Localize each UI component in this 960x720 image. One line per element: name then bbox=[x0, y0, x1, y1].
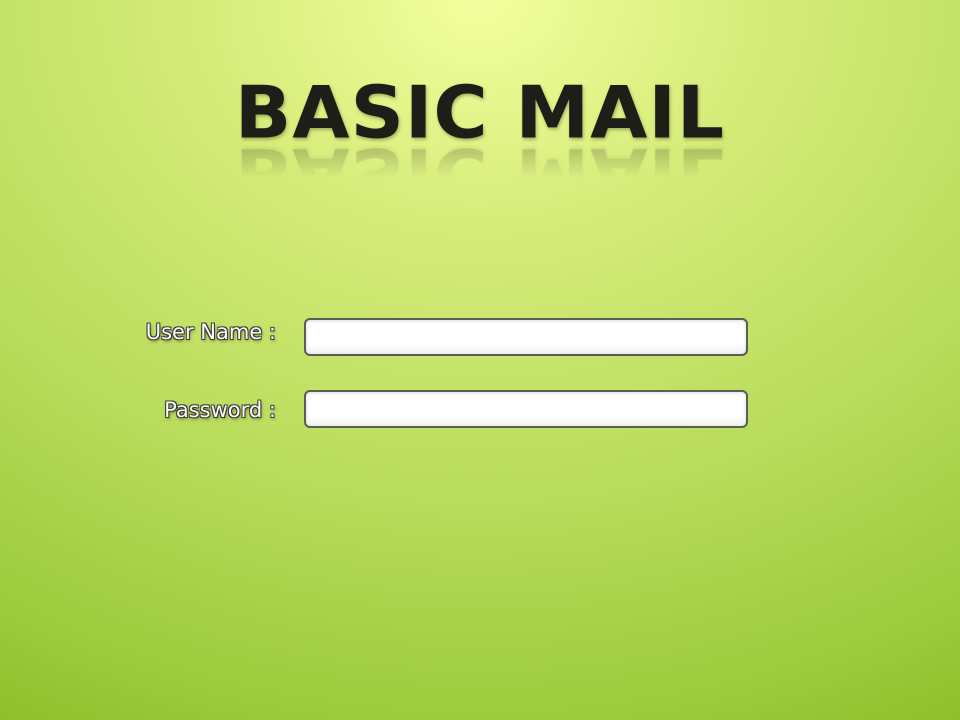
password-label: Password : bbox=[164, 398, 276, 422]
password-input[interactable] bbox=[304, 390, 748, 428]
username-input[interactable] bbox=[304, 318, 748, 356]
app-title: BASIC MAIL bbox=[234, 70, 726, 156]
title-area: BASIC MAIL bbox=[0, 76, 960, 206]
username-label: User Name : bbox=[145, 320, 276, 344]
